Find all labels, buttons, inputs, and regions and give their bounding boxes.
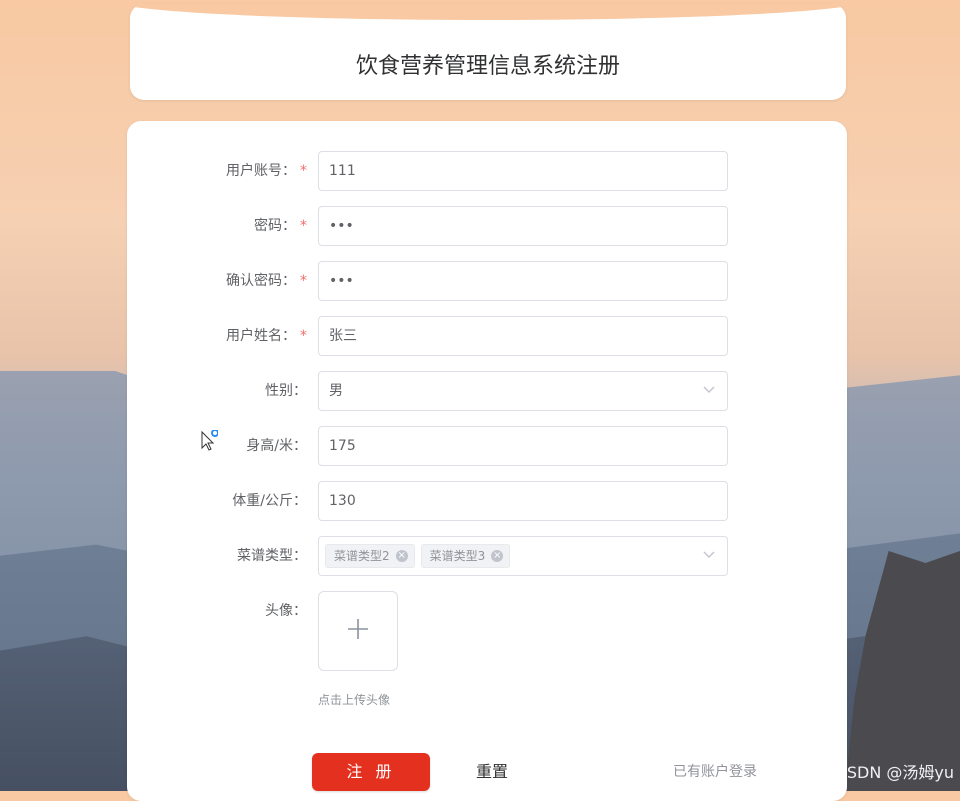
field-label: 确认密码： *	[226, 273, 307, 289]
form-row-password: 密码： * •••	[127, 206, 847, 246]
required-star: *	[300, 328, 307, 344]
recipe-tag: 菜谱类型3 ×	[420, 544, 511, 568]
recipe-type-multiselect[interactable]: 菜谱类型2 × 菜谱类型3 ×	[318, 536, 728, 576]
background-rock	[845, 551, 960, 791]
name-input[interactable]: 张三	[318, 316, 728, 356]
required-star: *	[300, 163, 307, 179]
chevron-down-icon	[703, 372, 715, 394]
watermark: CSDN @汤姆yu	[835, 763, 954, 782]
page-title: 饮食营养管理信息系统注册	[355, 54, 620, 79]
close-icon[interactable]: ×	[395, 550, 408, 562]
form-row-height: 身高/米： 175	[127, 426, 847, 466]
login-link[interactable]: 已有账户登录	[673, 753, 757, 791]
required-star: *	[300, 218, 307, 234]
height-input[interactable]: 175	[318, 426, 728, 466]
field-label: 体重/公斤：	[232, 493, 307, 509]
field-label: 用户账号： *	[226, 163, 307, 179]
avatar-upload[interactable]	[318, 591, 398, 671]
required-star: *	[300, 273, 307, 289]
form-row-recipe-type: 菜谱类型： 菜谱类型2 × 菜谱类型3 ×	[127, 536, 847, 576]
form-row-gender: 性别： 男	[127, 371, 847, 411]
field-label: 头像：	[265, 603, 307, 619]
form-row-weight: 体重/公斤： 130	[127, 481, 847, 521]
gender-select[interactable]: 男	[318, 371, 728, 411]
recipe-tag: 菜谱类型2 ×	[325, 544, 415, 568]
form-row-avatar: 头像：	[127, 591, 847, 631]
form-row-account: 用户账号： * 111	[127, 151, 847, 191]
plus-icon	[347, 617, 369, 645]
password-input[interactable]: •••	[318, 206, 728, 246]
field-label: 密码： *	[254, 218, 307, 234]
account-input[interactable]: 111	[318, 151, 728, 191]
form-row-name: 用户姓名： * 张三	[127, 316, 847, 356]
weight-input[interactable]: 130	[318, 481, 728, 521]
confirm-password-input[interactable]: •••	[318, 261, 728, 301]
registration-form: 用户账号： * 111 密码： * ••• 确认密码： * ••• 用户姓名： * 张三	[127, 121, 847, 801]
upload-tip: 点击上传头像	[318, 693, 391, 707]
header-card: 饮食营养管理信息系统注册	[130, 4, 846, 100]
form-row-confirm-password: 确认密码： * •••	[127, 261, 847, 301]
field-label: 性别：	[265, 383, 307, 399]
field-label: 身高/米：	[246, 438, 307, 454]
chevron-down-icon	[703, 537, 715, 559]
close-icon[interactable]: ×	[491, 550, 504, 562]
reset-button[interactable]: 重置	[427, 753, 557, 791]
field-label: 菜谱类型：	[237, 548, 307, 564]
field-label: 用户姓名： *	[226, 328, 307, 344]
register-button[interactable]: 注 册	[312, 753, 430, 791]
